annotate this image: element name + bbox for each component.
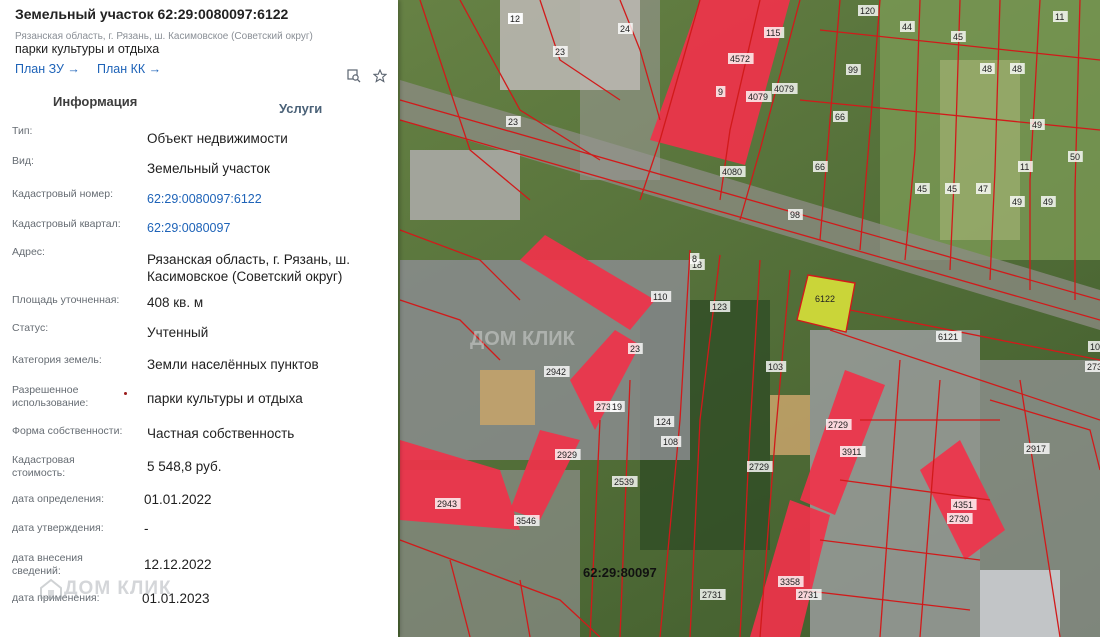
value-kind: Земельный участок xyxy=(147,161,270,176)
parcel-number-label: 2731 xyxy=(1087,362,1100,372)
parcel-number-label: 49 xyxy=(1043,197,1053,207)
parcel-number-label: 66 xyxy=(815,162,825,172)
parcel-number-label: 4572 xyxy=(730,54,750,64)
address-subtitle: Рязанская область, г. Рязань, ш. Касимов… xyxy=(15,31,313,42)
value-ownership: Частная собственность xyxy=(147,426,295,441)
parcel-number-label: 9 xyxy=(718,87,723,97)
parcel-number-label: 47 xyxy=(978,184,988,194)
value-area: 408 кв. м xyxy=(147,295,204,310)
parcel-number-label: 3358 xyxy=(780,577,800,587)
parcel-number-label: 45 xyxy=(917,184,927,194)
parcel-number-label: 19 xyxy=(612,402,622,412)
parcel-number-label: 48 xyxy=(1012,64,1022,74)
parcel-number-label: 23 xyxy=(630,344,640,354)
plan-zu-link[interactable]: План ЗУ → xyxy=(15,62,80,76)
parcel-number-label: 49 xyxy=(1012,197,1022,207)
label-permitted-use: Разрешенное использование: xyxy=(12,384,89,409)
parcel-number-label: 3911 xyxy=(842,447,861,457)
parcel-number-label: 98 xyxy=(790,210,800,220)
parcel-number-label: 2731 xyxy=(798,590,818,600)
label-approval-date: дата утверждения: xyxy=(12,522,104,534)
parcel-number-label: 66 xyxy=(835,112,845,122)
parcel-number-label: 50 xyxy=(1070,152,1080,162)
value-type: Объект недвижимости xyxy=(147,131,288,146)
parcel-number-label: 124 xyxy=(656,417,671,427)
label-cadastral-value: Кадастровая стоимость: xyxy=(12,454,75,479)
quarter-label: 62:29:80097 xyxy=(583,565,657,580)
value-determination-date: 01.01.2022 xyxy=(144,492,212,507)
parcel-number-label: 99 xyxy=(848,65,858,75)
parcel-number-label: 11 xyxy=(1020,162,1029,172)
zoom-icon-svg xyxy=(347,69,361,83)
label-entry-date: дата внесения сведений: xyxy=(12,552,83,577)
value-permitted-use: парки культуры и отдыха xyxy=(147,391,303,406)
parcel-number-label: 2917 xyxy=(1026,444,1046,454)
parcel-number-label: 2731 xyxy=(702,590,722,600)
parcel-number-label: 12 xyxy=(510,14,520,24)
highlighted-parcel-label: 6122 xyxy=(815,294,835,304)
parcel-number-label: 2730 xyxy=(949,514,969,524)
parcel-number-label: 4079 xyxy=(748,92,768,102)
parcel-number-label: 2729 xyxy=(749,462,769,472)
tab-information[interactable]: Информация xyxy=(53,94,137,109)
parcel-number-label: 120 xyxy=(860,6,875,16)
parcel-number-label: 2729 xyxy=(828,420,848,430)
parcel-number-label: 103 xyxy=(768,362,783,372)
parcel-number-label: 49 xyxy=(1032,120,1042,130)
parcel-number-label: 11 xyxy=(1055,12,1064,22)
parcel-number-label: 48 xyxy=(982,64,992,74)
star-icon[interactable] xyxy=(372,68,388,85)
parcel-number-label: 3546 xyxy=(516,516,536,526)
label-kind: Вид: xyxy=(12,155,34,167)
parcel-number-label: 2929 xyxy=(557,450,577,460)
label-land-category: Категория земель: xyxy=(12,354,102,366)
usage-subtitle: парки культуры и отдыха xyxy=(15,42,160,56)
parcel-number-label: 24 xyxy=(620,24,630,34)
parcel-number-label: 110 xyxy=(653,292,667,302)
parcel-number-label: 23 xyxy=(508,117,518,127)
label-determination-date: дата определения: xyxy=(12,493,105,505)
parcel-number-label: 2539 xyxy=(614,477,634,487)
info-panel: Земельный участок 62:29:0080097:6122 Ряз… xyxy=(0,0,398,637)
value-address: Рязанская область, г. Рязань, ш. Касимов… xyxy=(147,252,350,284)
parcel-number-label: 115 xyxy=(766,28,780,38)
value-cadastral-number-link[interactable]: 62:29:0080097:6122 xyxy=(147,191,387,208)
parcel-number-label: 45 xyxy=(947,184,957,194)
parcel-number-label: 105 xyxy=(1090,342,1100,352)
label-status: Статус: xyxy=(12,322,49,334)
value-entry-date: 12.12.2022 xyxy=(144,557,212,572)
parcel-number-label: 4079 xyxy=(774,84,794,94)
parcel-number-label: 123 xyxy=(712,302,727,312)
value-application-date: 01.01.2023 xyxy=(142,591,210,606)
value-status: Учтенный xyxy=(147,325,209,340)
tab-services[interactable]: Услуги xyxy=(279,101,322,116)
parcel-number-label: 2943 xyxy=(437,499,457,509)
marker-dot xyxy=(124,392,127,395)
value-cadastral-quarter-link[interactable]: 62:29:0080097 xyxy=(147,220,387,237)
parcel-number-label: 4351 xyxy=(953,500,973,510)
house-icon xyxy=(40,578,62,599)
parcel-number-label: 6121 xyxy=(938,332,958,342)
value-approval-date: - xyxy=(144,521,149,536)
plan-kk-link[interactable]: План КК → xyxy=(97,62,161,76)
parcel-number-label: 23 xyxy=(555,47,565,57)
label-cadastral-number: Кадастровый номер: xyxy=(12,188,114,200)
star-icon-svg xyxy=(372,68,388,83)
parcel-number-label: 4080 xyxy=(722,167,742,177)
parcel-number-label: 108 xyxy=(663,437,678,447)
parcel-number-label: 45 xyxy=(953,32,963,42)
value-cadastral-value: 5 548,8 руб. xyxy=(147,459,222,474)
label-ownership: Форма собственности: xyxy=(12,425,123,437)
label-type: Тип: xyxy=(12,125,33,137)
parcel-number-label: 2942 xyxy=(546,367,566,377)
parcel-number-label: 8 xyxy=(692,254,697,264)
page-title: Земельный участок 62:29:0080097:6122 xyxy=(15,6,289,22)
label-address: Адрес: xyxy=(12,246,45,258)
zoom-icon[interactable] xyxy=(346,69,362,85)
map-watermark: ДОМ КЛИК xyxy=(470,328,576,350)
value-land-category: Земли населённых пунктов xyxy=(147,357,319,372)
parcel-number-label: 44 xyxy=(902,22,912,32)
label-cadastral-quarter: Кадастровый квартал: xyxy=(12,218,121,230)
label-area: Площадь уточненная: xyxy=(12,294,120,306)
